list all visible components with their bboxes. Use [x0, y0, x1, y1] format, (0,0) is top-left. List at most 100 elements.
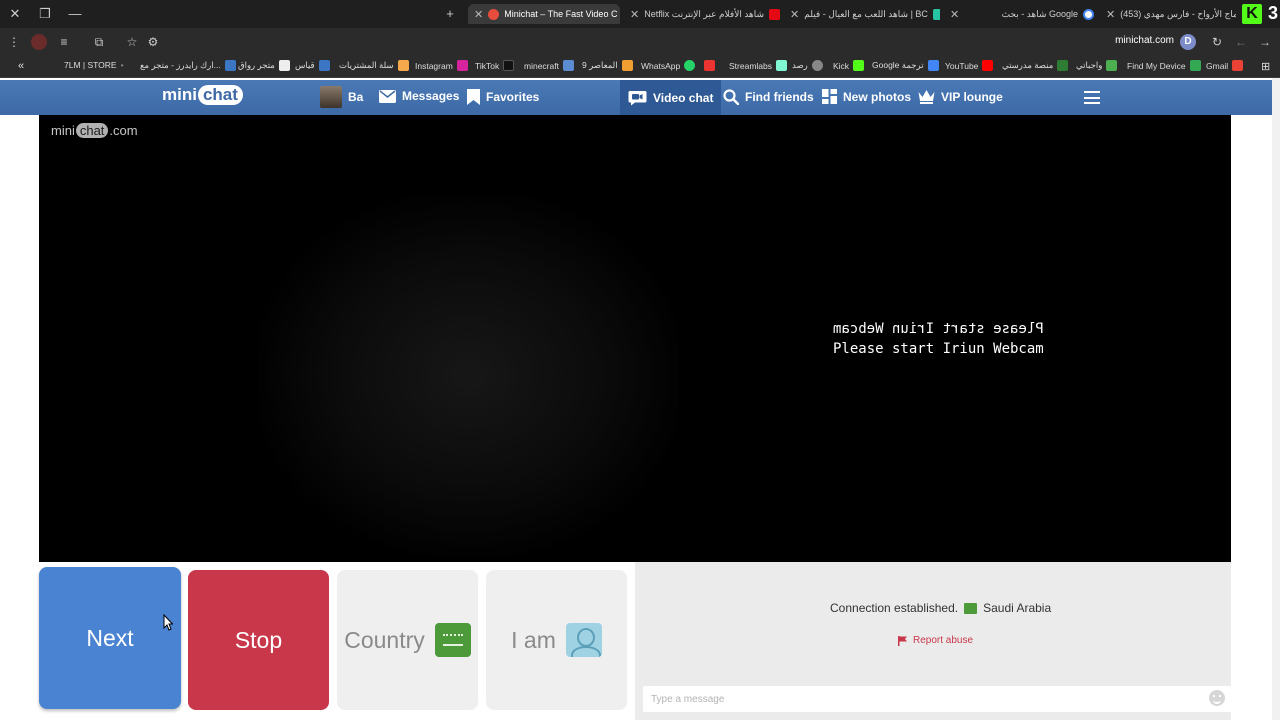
- bookmark-star-icon[interactable]: ☆: [124, 34, 140, 50]
- nav-vip-lounge[interactable]: VIP lounge: [918, 89, 1003, 104]
- bookmark-kick[interactable]: Kick: [833, 60, 865, 71]
- menu-dots-icon[interactable]: ⋮: [6, 34, 22, 50]
- site-settings-icon[interactable]: ⚙: [145, 34, 161, 50]
- netflix-favicon-icon: [769, 8, 781, 20]
- next-button[interactable]: Next: [39, 567, 181, 709]
- bookmark-favicon-icon: [704, 60, 715, 71]
- hamburger-menu-icon[interactable]: [1084, 91, 1100, 104]
- bookmark-almuasir[interactable]: المعاصر 9: [582, 60, 633, 71]
- notification-count: 3: [1267, 3, 1278, 23]
- crown-icon: [918, 90, 935, 104]
- bookmark-icon: [467, 89, 480, 105]
- bookmark-favicon-icon: [811, 60, 823, 71]
- apps-grid-icon[interactable]: ⊞: [1261, 60, 1270, 73]
- youtube-icon: [982, 60, 994, 71]
- profile-avatar-icon[interactable]: [31, 34, 47, 50]
- browser-address-bar: ⋮ ≡ ⧉ ☆ ⚙ minichat.com D ↻ ← →: [0, 28, 1280, 55]
- tab-youtube[interactable]: ✕ (453) اندماج الأرواح - فارس مهدي: [1100, 4, 1236, 24]
- site-header: mini chat Ba Messages Favorites Video ch…: [0, 80, 1272, 115]
- nav-find-friends[interactable]: Find friends: [723, 89, 814, 105]
- bookmark-favicon-icon: [278, 60, 290, 71]
- chat-panel: Connection established. Saudi Arabia Rep…: [635, 562, 1231, 720]
- account-avatar[interactable]: D: [1180, 34, 1196, 50]
- tab-title: Minichat – The Fast Video C: [504, 9, 618, 19]
- nav-user-profile[interactable]: Ba: [320, 86, 363, 108]
- forward-arrow-icon[interactable]: →: [1257, 34, 1273, 50]
- translate-icon: [927, 60, 939, 71]
- back-arrow-icon[interactable]: ←: [1233, 34, 1249, 50]
- bookmark-instagram[interactable]: Instagram: [415, 60, 468, 71]
- more-bookmarks-icon[interactable]: «: [18, 60, 24, 72]
- gender-select-button[interactable]: I am: [486, 570, 627, 710]
- bookmark-favicon-icon: [1057, 60, 1069, 71]
- bookmark-madrasati[interactable]: منصة مدرستي: [1002, 60, 1069, 71]
- url-field[interactable]: minichat.com: [1115, 35, 1174, 46]
- nav-video-chat[interactable]: Video chat: [620, 80, 722, 115]
- bookmark-whatsapp[interactable]: WhatsApp: [641, 60, 696, 71]
- bookmark-gmail[interactable]: Gmail: [1206, 60, 1244, 71]
- bookmark-rawaq[interactable]: متجر رواق: [238, 60, 290, 71]
- bookmark-youtube[interactable]: YouTube: [945, 60, 994, 71]
- browser-tab-bar: ✕ ❐ — + ✕ Minichat – The Fast Video C ✕ …: [0, 0, 1280, 28]
- minimize-window-icon[interactable]: —: [67, 6, 83, 22]
- minichat-watermark: mini chat .com: [51, 123, 138, 138]
- bookmark-minecraft[interactable]: minecraft: [524, 60, 574, 71]
- new-tab-button[interactable]: +: [442, 6, 458, 22]
- gmail-icon: [1232, 60, 1244, 71]
- tiktok-icon: [503, 60, 515, 71]
- bookmark-favicon-icon: [224, 60, 236, 71]
- tab-close-icon[interactable]: ✕: [1106, 8, 1115, 21]
- tab-title: Netflix شاهد الأفلام عبر الإنترنت: [644, 8, 765, 19]
- whatsapp-icon: [684, 60, 696, 71]
- nav-messages[interactable]: Messages: [379, 89, 459, 103]
- bookmark-ark-riders[interactable]: ارك رايدرز - متجر مع...: [140, 60, 236, 71]
- bookmark-favicon-icon: [1106, 60, 1118, 71]
- instagram-icon: [456, 60, 468, 71]
- tab-google-search[interactable]: ✕ شاهد - بحث Google: [944, 4, 1100, 24]
- streamlabs-icon: [776, 60, 787, 71]
- bookmark-wajibati[interactable]: واجباتي: [1076, 60, 1118, 71]
- avatar: [320, 86, 342, 108]
- message-input[interactable]: [643, 686, 1231, 712]
- bookmark-7lm-store[interactable]: 7LM | STORE •: [64, 60, 124, 70]
- photo-grid-icon: [822, 89, 837, 104]
- tab-close-icon[interactable]: ✕: [474, 8, 483, 21]
- bookmark-google-translate[interactable]: Google ترجمة: [872, 60, 939, 71]
- bookmark-rasd[interactable]: رصد: [792, 60, 823, 71]
- close-window-icon[interactable]: ✕: [7, 6, 23, 22]
- nav-favorites[interactable]: Favorites: [467, 89, 539, 105]
- tab-close-icon[interactable]: ✕: [630, 8, 639, 21]
- bookmark-streamlabs[interactable]: Streamlabs: [704, 60, 787, 71]
- tab-title: شاهد - بحث Google: [1001, 8, 1078, 19]
- bookmark-find-my-device[interactable]: Find My Device: [1127, 60, 1201, 71]
- tab-title: شاهد اللعب مع العيال - فيلم | BC: [804, 8, 928, 19]
- extensions-icon[interactable]: ⧉: [91, 34, 107, 50]
- bookmark-qiyas[interactable]: قياس: [295, 60, 330, 71]
- bookmark-favicon-icon: [397, 60, 409, 71]
- country-filter-button[interactable]: Country: [337, 570, 478, 710]
- tab-minichat[interactable]: ✕ Minichat – The Fast Video C: [468, 4, 620, 24]
- minichat-logo[interactable]: mini chat: [162, 85, 243, 105]
- bookmark-cart[interactable]: سلة المشتريات: [339, 60, 409, 71]
- tab-close-icon[interactable]: ✕: [790, 8, 799, 21]
- envelope-icon: [379, 89, 396, 103]
- tab-close-icon[interactable]: ✕: [950, 8, 959, 21]
- emoji-icon[interactable]: [1209, 690, 1225, 706]
- google-favicon-icon: [1083, 8, 1094, 20]
- tab-shahid-movie[interactable]: ✕ شاهد اللعب مع العيال - فيلم | BC: [784, 4, 940, 24]
- tab-netflix[interactable]: ✕ Netflix شاهد الأفلام عبر الإنترنت: [624, 4, 784, 24]
- reload-icon[interactable]: ↻: [1209, 34, 1225, 50]
- tab-search-icon[interactable]: ≡: [56, 34, 72, 50]
- partner-video: mini chat .com Please start Iriun Webcam…: [39, 115, 1231, 562]
- stop-button[interactable]: Stop: [188, 570, 329, 710]
- minichat-favicon-icon: [488, 8, 500, 20]
- report-abuse-link[interactable]: Report abuse: [898, 635, 973, 646]
- nav-new-photos[interactable]: New photos: [822, 89, 911, 104]
- connection-status: Connection established. Saudi Arabia: [830, 601, 1052, 615]
- page-scrollbar[interactable]: [1272, 78, 1280, 720]
- restore-window-icon[interactable]: ❐: [37, 6, 53, 22]
- kick-icon: [853, 60, 865, 71]
- bookmark-tiktok[interactable]: TikTok: [475, 60, 515, 71]
- person-icon: [565, 623, 602, 657]
- bookmark-favicon-icon: [621, 60, 633, 71]
